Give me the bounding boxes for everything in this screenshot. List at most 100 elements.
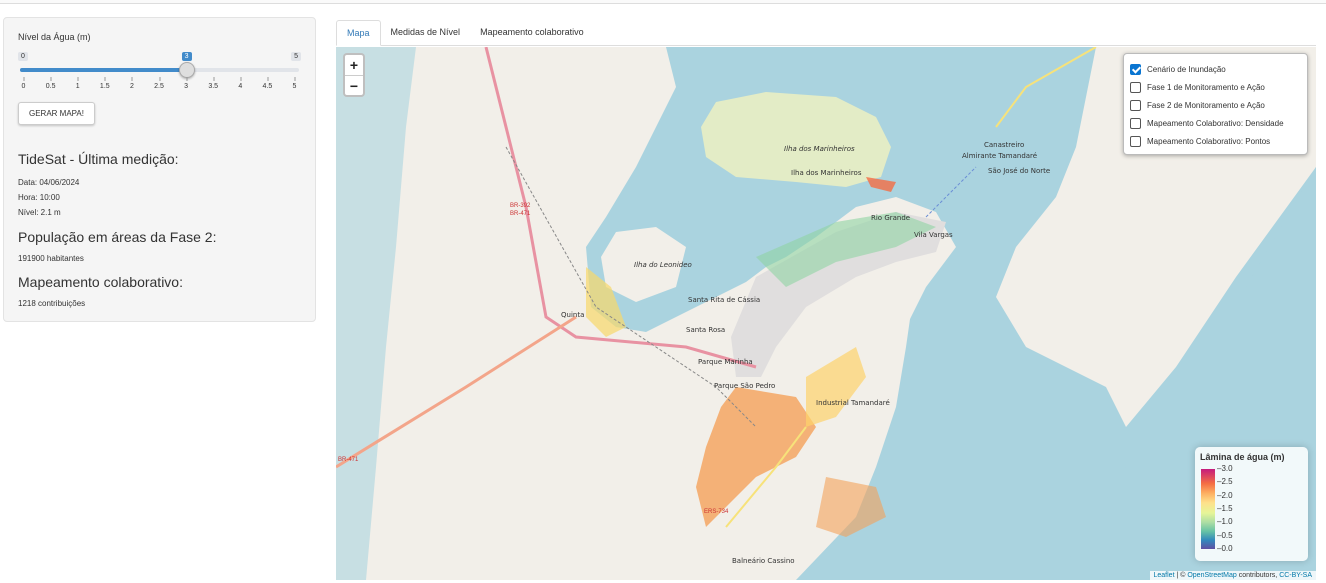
layer-option[interactable]: Mapeamento Colaborativo: Densidade [1130,114,1301,132]
leaflet-link[interactable]: Leaflet [1154,572,1175,579]
tidesat-info: Data: 04/06/2024 Hora: 10:00 Nível: 2.1 … [18,175,301,220]
collab-value: 1218 contribuições [18,299,86,308]
slider-tick-label: 1 [75,83,80,90]
layer-option[interactable]: Fase 1 de Monitoramento e Ação [1130,78,1301,96]
slider-tick: 1.5 [100,77,110,90]
slider-ticks: 0 0.5 1 1.5 2 2.5 3 3.5 4 4.5 5 [22,77,296,97]
zoom-out-button[interactable]: − [345,75,363,95]
legend-tick-label: –0.5 [1217,530,1233,540]
label-rio-grande: Rio Grande [871,214,910,222]
tab-mapa[interactable]: Mapa [336,20,381,46]
tidesat-title: TideSat - Última medição: [18,151,179,167]
layer-label: Cenário de Inundação [1147,64,1226,74]
legend-colorbar [1201,469,1215,549]
slider-tick-label: 3 [184,83,189,90]
layer-control: Cenário de Inundação Fase 1 de Monitorame… [1123,53,1308,155]
layer-checkbox[interactable] [1130,63,1141,75]
layer-label: Mapeamento Colaborativo: Pontos [1147,136,1271,146]
slider-tick: 1 [76,77,80,90]
label-ilha-marinheiros: Ilha dos Marinheiros [784,145,855,153]
slider-tick: 0.5 [46,77,55,90]
population-title: População em áreas da Fase 2: [18,229,217,245]
slider-tick: 3.5 [208,77,218,90]
sidebar-panel: Nível da Água (m) 0 3 5 0 0.5 1 1.5 2 2.5 3 3.5… [3,17,316,322]
layer-option[interactable]: Fase 2 de Monitoramento e Ação [1130,96,1301,114]
slider-tick: 4.5 [263,77,272,90]
slider-tick: 5 [293,77,296,90]
label-santa-rita: Santa Rita de Cássia [688,296,760,304]
layer-checkbox[interactable] [1130,135,1141,147]
tidesat-date: Data: 04/06/2024 [18,178,80,187]
legend-tick-label: –2.5 [1217,477,1233,487]
slider-min-label: 0 [18,52,28,61]
layer-checkbox[interactable] [1130,99,1141,111]
slider-tick-label: 1.5 [99,83,110,90]
slider-tick-label: 0 [21,83,26,90]
map-attribution: Leaflet | © OpenStreetMap contributors, … [1149,571,1316,580]
label-parque-sao-pedro: Parque São Pedro [714,382,775,390]
label-canastreiro: Canastreiro [984,141,1024,149]
zoom-in-button[interactable]: + [345,55,363,75]
label-vila-vargas: Vila Vargas [914,231,953,239]
license-link[interactable]: CC-BY-SA [1279,572,1312,579]
layer-option[interactable]: Cenário de Inundação [1130,60,1301,78]
label-ilha-leonideo: Ilha do Leonideo [634,261,692,269]
water-level-slider[interactable]: 0 3 5 0 0.5 1 1.5 2 2.5 3 3.5 4 4.5 5 [18,48,301,96]
legend-tick-label: –2.0 [1217,490,1233,500]
zoom-control: + − [343,53,365,97]
slider-tick-label: 5 [292,83,297,90]
slider-tick-label: 3.5 [208,83,219,90]
label-quinta: Quinta [561,311,584,319]
slider-tick-label: 4 [238,83,243,90]
legend-title: Lâmina de água (m) [1200,452,1285,462]
tab-mapeamento-colaborativo[interactable]: Mapeamento colaborativo [470,20,594,46]
legend-tick-label: –1.5 [1217,503,1233,513]
slider-tick: 0 [22,77,25,90]
collab-title: Mapeamento colaborativo: [18,274,183,290]
map-view[interactable]: Ilha dos Marinheiros Ilha dos Marinheiro… [336,47,1316,580]
slider-fill [20,68,187,72]
label-br471: BR-471 [510,211,531,217]
label-balneario: Balneário Cassino [732,557,795,565]
layer-label: Mapeamento Colaborativo: Densidade [1147,118,1284,128]
label-almirante: Almirante Tamandaré [962,152,1037,160]
tidesat-level: Nível: 2.1 m [18,208,61,217]
slider-value-label: 3 [181,52,192,61]
slider-tick-label: 2.5 [154,83,164,90]
layer-checkbox[interactable] [1130,117,1141,129]
layer-option[interactable]: Mapeamento Colaborativo: Pontos [1130,132,1301,150]
tidesat-hour: Hora: 10:00 [18,193,60,202]
legend-tick-label: –3.0 [1217,464,1233,473]
slider-tick: 4 [238,77,242,90]
tab-medidas-nivel[interactable]: Medidas de Nível [381,20,471,46]
label-sao-jose: São José do Norte [988,167,1050,175]
label-ers734: ERS-734 [704,509,729,515]
label-parque-marinha: Parque Marinha [698,358,753,366]
label-ilha-marinheiros-sub: Ilha dos Marinheiros [791,169,862,177]
tab-bar: Mapa Medidas de Nível Mapeamento colabor… [336,20,1316,46]
ferry-line [925,166,977,218]
top-divider [0,0,1326,4]
label-santa-rosa: Santa Rosa [686,326,725,334]
osm-link[interactable]: OpenStreetMap [1187,572,1236,579]
slider-max-label: 5 [291,52,301,61]
flood-zone-6 [866,177,896,192]
legend-tick-label: –1.0 [1217,517,1233,527]
slider-tick: 2.5 [154,77,164,90]
slider-tick: 2 [130,77,134,90]
attrib-sep: | © [1174,572,1188,579]
legend-tick-label: –0.0 [1217,543,1233,553]
slider-tick-label: 2 [129,83,134,90]
layer-label: Fase 1 de Monitoramento e Ação [1147,82,1265,92]
slider-tick-label: 0.5 [45,83,56,90]
generate-map-button[interactable]: GERAR MAPA! [18,102,95,125]
label-br392: BR-392 [510,203,531,209]
flood-zone-5 [816,477,886,537]
slider-track[interactable] [20,68,299,72]
road-coastal [995,47,1097,128]
layer-label: Fase 2 de Monitoramento e Ação [1147,100,1265,110]
label-br471-west: BR-471 [338,457,359,463]
attrib-contrib: contributors, [1236,572,1280,579]
slider-handle[interactable] [178,62,195,78]
layer-checkbox[interactable] [1130,81,1141,93]
